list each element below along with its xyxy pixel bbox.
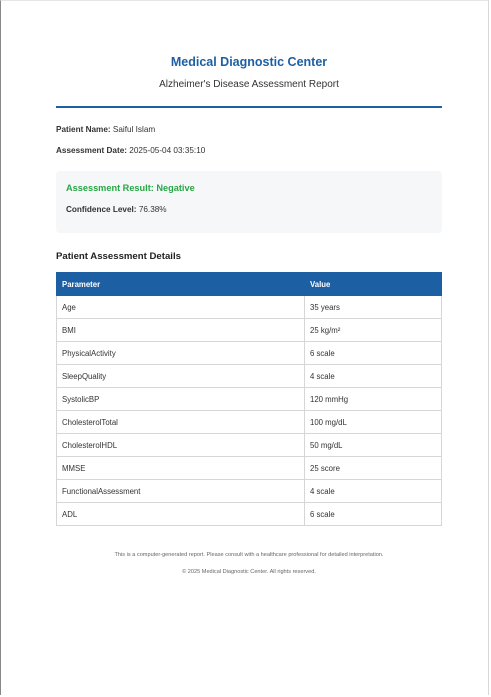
table-row: SleepQuality 4 scale: [56, 364, 442, 388]
table-row: SystolicBP 120 mmHg: [56, 387, 442, 411]
table-row: Age 35 years: [56, 295, 442, 319]
header-divider: [56, 106, 442, 108]
assessment-date-label: Assessment Date:: [56, 146, 127, 155]
table-row: CholesterolTotal 100 mg/dL: [56, 410, 442, 434]
footer-disclaimer: This is a computer-generated report. Ple…: [114, 552, 384, 558]
patient-name-label: Patient Name:: [56, 125, 111, 134]
parameter-cell: CholesterolTotal: [56, 410, 305, 434]
value-cell: 25 kg/m²: [304, 318, 442, 342]
value-cell: 25 score: [304, 456, 442, 480]
table-row: ADL 6 scale: [56, 502, 442, 526]
column-header-value: Value: [304, 272, 442, 296]
parameter-cell: ADL: [56, 502, 305, 526]
value-cell: 4 scale: [304, 364, 442, 388]
table-row: BMI 25 kg/m²: [56, 318, 442, 342]
footer-copyright: © 2025 Medical Diagnostic Center. All ri…: [182, 569, 316, 575]
parameter-cell: SleepQuality: [56, 364, 305, 388]
value-cell: 6 scale: [304, 502, 442, 526]
assessment-date-line: Assessment Date: 2025-05-04 03:35:10: [56, 145, 205, 156]
value-cell: 4 scale: [304, 479, 442, 503]
parameter-cell: MMSE: [56, 456, 305, 480]
table-row: PhysicalActivity 6 scale: [56, 341, 442, 365]
confidence-label: Confidence Level:: [66, 205, 137, 214]
report-subtitle: Alzheimer's Disease Assessment Report: [159, 79, 339, 90]
details-table: Parameter Value Age 35 years BMI 25 kg/m…: [56, 272, 442, 526]
center-title: Medical Diagnostic Center: [170, 55, 328, 69]
report-footer: This is a computer-generated report. Ple…: [56, 551, 442, 576]
confidence-line: Confidence Level: 76.38%: [66, 204, 167, 215]
value-cell: 100 mg/dL: [304, 410, 442, 434]
result-box: Assessment Result: Negative Confidence L…: [56, 171, 442, 233]
confidence-value: 76.38%: [138, 205, 167, 214]
details-section-title: Patient Assessment Details: [56, 251, 181, 262]
parameter-cell: FunctionalAssessment: [56, 479, 305, 503]
value-cell: 6 scale: [304, 341, 442, 365]
table-row: FunctionalAssessment 4 scale: [56, 479, 442, 503]
parameter-cell: SystolicBP: [56, 387, 305, 411]
report-header: Medical Diagnostic Center Alzheimer's Di…: [56, 54, 442, 91]
patient-name-line: Patient Name: Saiful Islam: [56, 124, 155, 135]
table-row: MMSE 25 score: [56, 456, 442, 480]
parameter-cell: Age: [56, 295, 305, 319]
value-cell: 35 years: [304, 295, 442, 319]
assessment-date-value: 2025-05-04 03:35:10: [129, 146, 206, 155]
assessment-result: Assessment Result: Negative: [66, 183, 195, 193]
value-cell: 120 mmHg: [304, 387, 442, 411]
table-header-row: Parameter Value: [56, 272, 442, 296]
patient-name-value: Saiful Islam: [112, 125, 156, 134]
value-cell: 50 mg/dL: [304, 433, 442, 457]
parameter-cell: CholesterolHDL: [56, 433, 305, 457]
column-header-parameter: Parameter: [56, 272, 305, 296]
parameter-cell: BMI: [56, 318, 305, 342]
table-row: CholesterolHDL 50 mg/dL: [56, 433, 442, 457]
parameter-cell: PhysicalActivity: [56, 341, 305, 365]
